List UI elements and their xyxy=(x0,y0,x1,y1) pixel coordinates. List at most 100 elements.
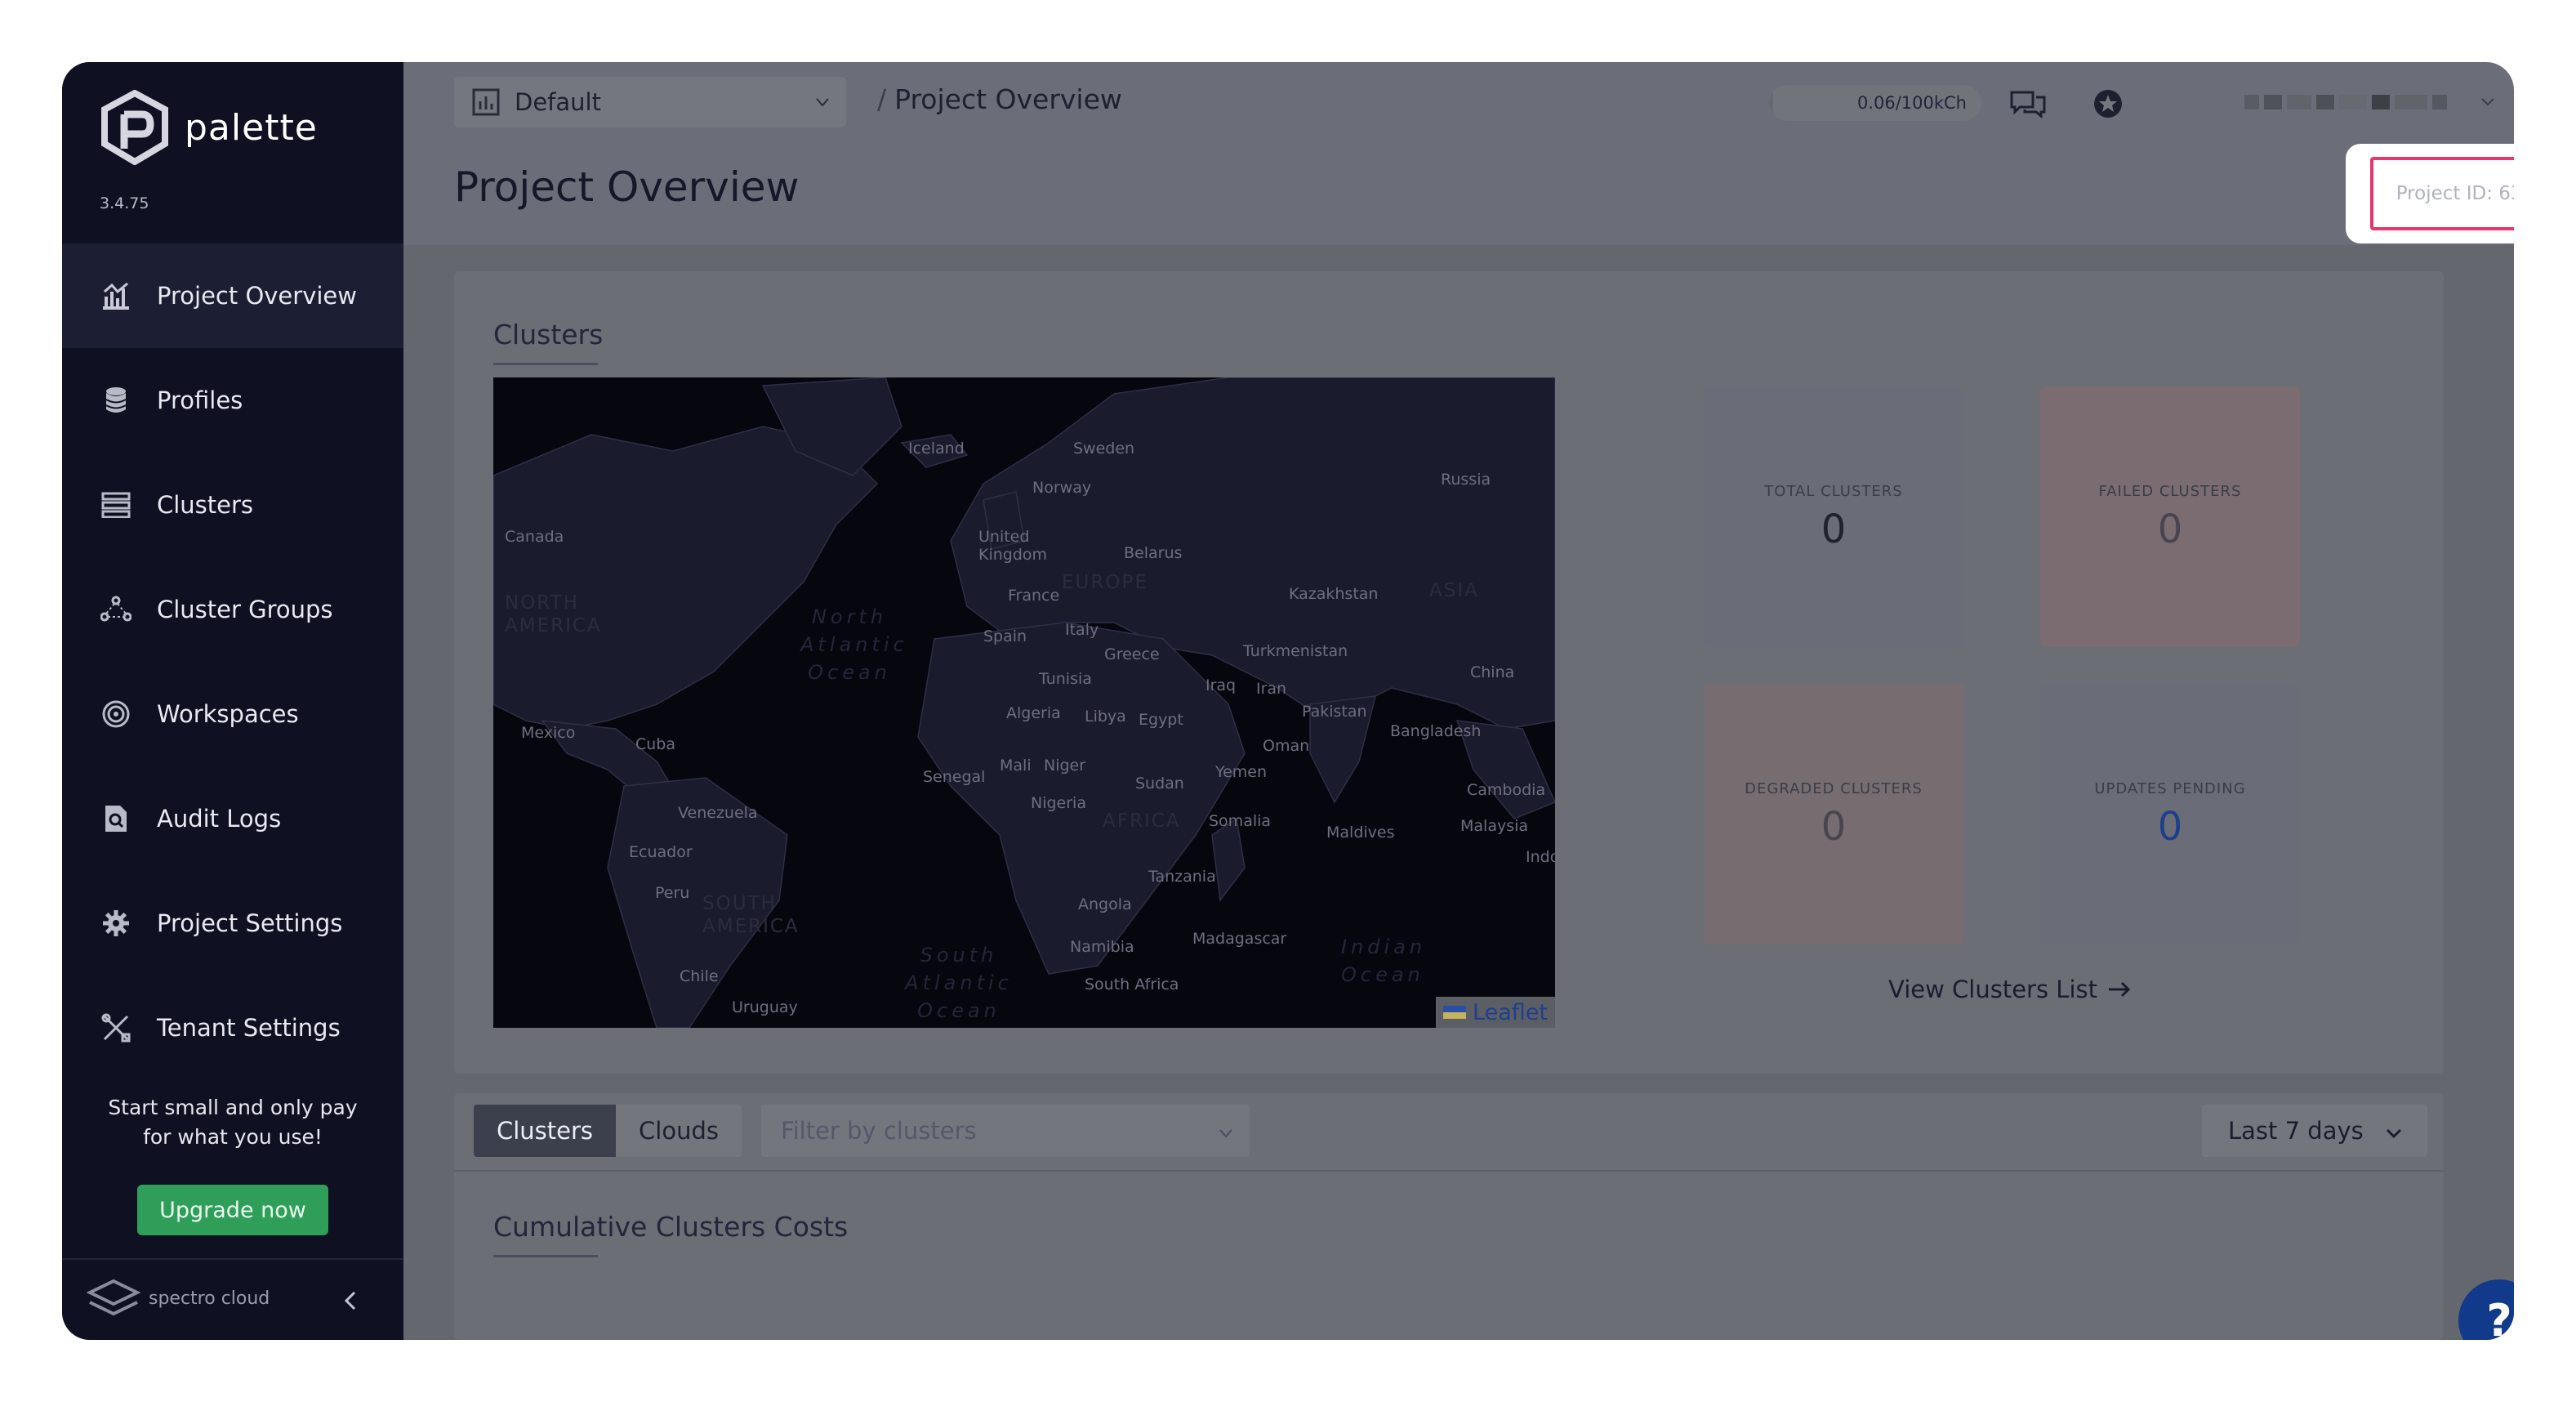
cost-tabs: Clusters Clouds xyxy=(474,1105,742,1157)
sidebar: palette 3.4.75 Project Overview Profiles xyxy=(62,62,403,1340)
tab-clusters[interactable]: Clusters xyxy=(474,1105,617,1157)
country-label: Tunisia xyxy=(1039,670,1092,688)
whats-new-button[interactable] xyxy=(2086,82,2130,126)
sidebar-nav: Project Overview Profiles Clusters Clust… xyxy=(62,243,403,1080)
country-label: Madagascar xyxy=(1192,930,1287,948)
promo-line-1: Start small and only pay xyxy=(108,1096,358,1119)
sidebar-item-audit-logs[interactable]: Audit Logs xyxy=(62,766,403,871)
date-range-select[interactable]: Last 7 days xyxy=(2202,1105,2427,1157)
country-label: Oman xyxy=(1263,737,1310,755)
view-clusters-list-label: View Clusters List xyxy=(1888,976,2097,1003)
project-selector[interactable]: Default xyxy=(454,77,846,127)
country-label: Spain xyxy=(983,627,1027,645)
country-label: Indo xyxy=(1526,848,1555,866)
project-id-highlight: Project ID: 6342eab2faa0813ead9082e0 xyxy=(2370,157,2514,230)
stat-value: 0 xyxy=(2157,506,2183,552)
country-label: Ecuador xyxy=(629,843,693,861)
divider xyxy=(454,1170,2444,1172)
sidebar-item-clusters[interactable]: Clusters xyxy=(62,453,403,557)
sidebar-footer: spectro cloud xyxy=(62,1258,403,1340)
view-clusters-list-link[interactable]: View Clusters List xyxy=(1888,976,2132,1003)
upgrade-promo: Start small and only pay for what you us… xyxy=(62,1093,403,1152)
country-label: Maldives xyxy=(1326,824,1395,842)
failed-clusters-tile[interactable]: FAILED CLUSTERS 0 xyxy=(2040,387,2300,647)
sidebar-item-project-settings[interactable]: Project Settings xyxy=(62,871,403,976)
stat-value: 0 xyxy=(1821,803,1847,850)
breadcrumb: / Project Overview xyxy=(877,83,1122,115)
chat-button[interactable] xyxy=(2006,82,2050,126)
country-label: Pakistan xyxy=(1302,703,1367,721)
sidebar-item-project-overview[interactable]: Project Overview xyxy=(62,243,403,348)
tab-clouds[interactable]: Clouds xyxy=(616,1105,742,1157)
gear-icon xyxy=(100,907,132,940)
project-id[interactable]: Project ID: 6342eab2faa0813ead9082e0 xyxy=(2396,183,2514,204)
sidebar-item-label: Workspaces xyxy=(157,700,299,728)
region-label: SOUTH AMERICA xyxy=(702,893,800,937)
search-document-icon xyxy=(100,802,132,835)
country-label: Yemen xyxy=(1215,763,1268,781)
country-label: South Africa xyxy=(1085,976,1179,993)
usage-meter-text: 0.06/100kCh xyxy=(1856,93,1967,113)
filter-clusters-select[interactable]: Filter by clusters xyxy=(761,1105,1250,1157)
tools-icon xyxy=(100,1011,132,1044)
world-map[interactable]: Iceland Sweden Norway Russia Canada Unit… xyxy=(493,377,1555,1028)
leaflet-attribution[interactable]: Leaflet xyxy=(1436,997,1555,1028)
country-label: Senegal xyxy=(923,768,986,786)
sidebar-item-label: Project Overview xyxy=(157,282,357,310)
country-label: Libya xyxy=(1085,708,1126,726)
country-label: Tanzania xyxy=(1148,868,1216,886)
clusters-icon xyxy=(100,489,132,521)
country-label: Norway xyxy=(1032,479,1092,497)
leaflet-link: Leaflet xyxy=(1473,999,1548,1025)
country-label: Russia xyxy=(1441,471,1491,489)
sidebar-item-workspaces[interactable]: Workspaces xyxy=(62,662,403,766)
chevron-down-icon[interactable] xyxy=(2478,92,2498,111)
country-label: Sweden xyxy=(1073,440,1135,458)
country-label: Egypt xyxy=(1139,711,1183,729)
clusters-card-title: Clusters xyxy=(493,319,604,350)
total-clusters-tile[interactable]: TOTAL CLUSTERS 0 xyxy=(1704,387,1963,647)
country-label: Bangladesh xyxy=(1390,722,1482,740)
sidebar-item-label: Audit Logs xyxy=(157,805,282,833)
country-label: Uruguay xyxy=(732,998,798,1016)
sidebar-item-label: Project Settings xyxy=(157,909,343,937)
ocean-label: Indian Ocean xyxy=(1341,935,1427,986)
country-label: Iran xyxy=(1256,680,1287,698)
country-label: Somalia xyxy=(1209,812,1272,830)
chevron-down-icon xyxy=(1219,1129,1232,1138)
app-window: palette 3.4.75 Project Overview Profiles xyxy=(62,62,2514,1340)
updates-pending-tile[interactable]: UPDATES PENDING 0 xyxy=(2040,685,2300,944)
country-label: Cuba xyxy=(635,735,676,753)
user-menu[interactable] xyxy=(2244,90,2447,114)
region-label: NORTH AMERICA xyxy=(505,592,602,636)
spectro-cloud-icon xyxy=(87,1279,140,1316)
country-label: Iraq xyxy=(1206,676,1237,694)
ocean-label: South Atlantic Ocean xyxy=(905,944,1013,1022)
sidebar-item-label: Cluster Groups xyxy=(157,596,333,623)
network-icon xyxy=(100,593,132,626)
sidebar-item-profiles[interactable]: Profiles xyxy=(62,348,403,453)
sidebar-item-tenant-settings[interactable]: Tenant Settings xyxy=(62,976,403,1080)
stat-label: TOTAL CLUSTERS xyxy=(1764,482,1903,500)
country-label: Iceland xyxy=(908,440,965,458)
sidebar-item-label: Profiles xyxy=(157,386,243,414)
vendor-name: spectro cloud xyxy=(149,1288,270,1309)
ocean-label: North Atlantic Ocean xyxy=(800,605,908,684)
country-label: Peru xyxy=(655,884,690,902)
sidebar-item-label: Tenant Settings xyxy=(157,1014,341,1042)
palette-logo[interactable]: palette xyxy=(100,90,318,165)
breadcrumb-separator: / xyxy=(877,83,887,115)
degraded-clusters-tile[interactable]: DEGRADED CLUSTERS 0 xyxy=(1704,685,1963,944)
top-bar: Default / Project Overview 0.06/100kCh xyxy=(403,62,2514,144)
collapse-sidebar-button[interactable] xyxy=(335,1284,368,1317)
sidebar-item-cluster-groups[interactable]: Cluster Groups xyxy=(62,557,403,662)
usage-meter-fill xyxy=(1769,85,1774,121)
country-label: Kazakhstan xyxy=(1289,585,1379,603)
world-map-shapes xyxy=(493,377,1555,1028)
cumulative-costs-title: Cumulative Clusters Costs xyxy=(493,1211,849,1243)
title-underline xyxy=(493,1255,598,1257)
usage-meter[interactable]: 0.06/100kCh xyxy=(1769,85,1981,121)
project-id-callout: Project ID: 6342eab2faa0813ead9082e0 xyxy=(2346,144,2514,243)
stat-value: 0 xyxy=(2157,803,2183,850)
upgrade-now-button[interactable]: Upgrade now xyxy=(137,1185,328,1235)
